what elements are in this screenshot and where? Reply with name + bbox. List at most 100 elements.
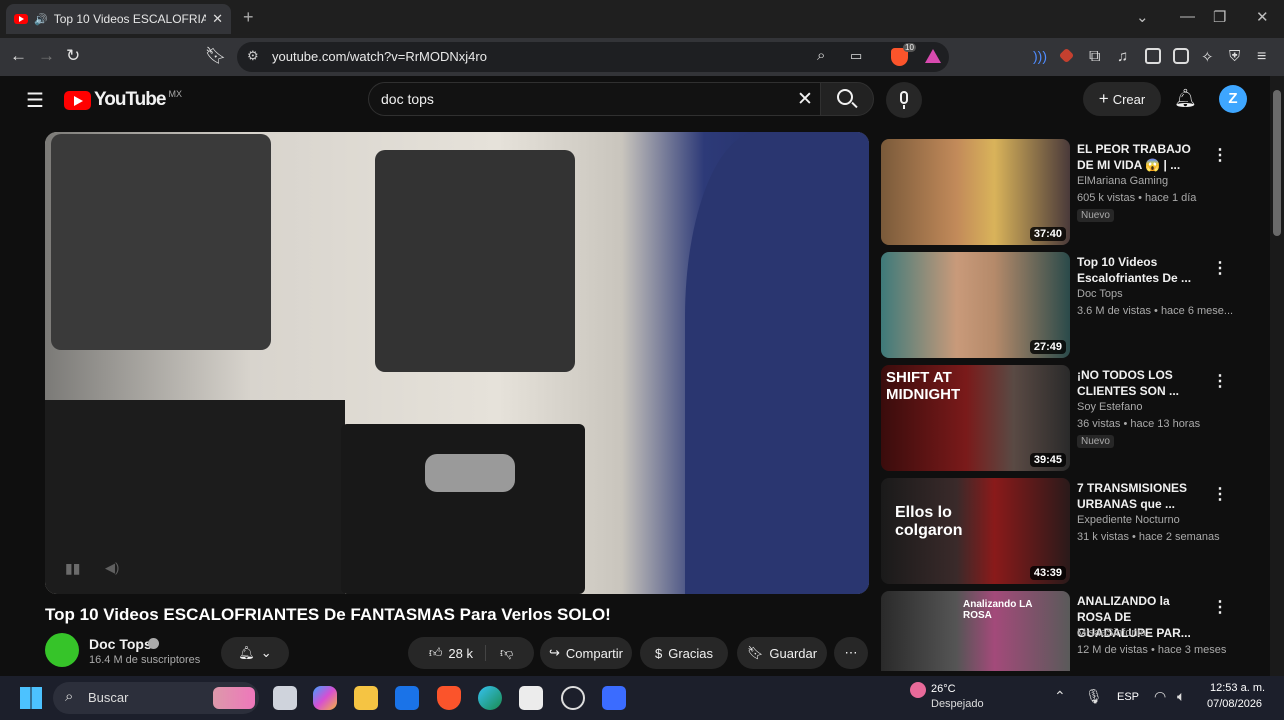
recommended-video[interactable]: Analizando LA ROSA ANALIZANDO la ROSA DE… bbox=[881, 591, 1261, 671]
create-button[interactable]: + Crear bbox=[1083, 82, 1161, 116]
recommended-title[interactable]: ¡NO TODOS LOS CLIENTES SON ... bbox=[1077, 367, 1205, 399]
dislike-button[interactable]: 👎︎ bbox=[492, 645, 513, 661]
channel-avatar[interactable] bbox=[45, 633, 79, 667]
url-text[interactable]: youtube.com/watch?v=RrMODNxj4ro bbox=[272, 49, 487, 64]
clock-time[interactable]: 12:53 a. m. bbox=[1210, 682, 1265, 694]
recommended-title[interactable]: 7 TRANSMISIONES URBANAS que ... bbox=[1077, 480, 1205, 512]
subscription-bell-button[interactable]: 🔔︎ ⌄ bbox=[221, 637, 289, 669]
extensions-icon[interactable]: ⧉ bbox=[1089, 48, 1105, 65]
temperature[interactable]: 26°C bbox=[931, 683, 956, 695]
restore-icon[interactable]: ❐ bbox=[1213, 8, 1226, 26]
task-view-icon[interactable] bbox=[273, 686, 297, 710]
video-thumbnail[interactable]: Ellos lo colgaron 43:39 bbox=[881, 478, 1070, 584]
weather-condition[interactable]: Despejado bbox=[931, 698, 984, 710]
search-button[interactable] bbox=[820, 82, 874, 116]
recommended-meta: 36 vistas • hace 13 horas bbox=[1077, 418, 1201, 430]
more-actions-button[interactable]: ⋯ bbox=[834, 637, 868, 669]
recommended-channel[interactable]: Soy Estefano bbox=[1077, 401, 1142, 413]
video-thumbnail[interactable]: 27:49 bbox=[881, 252, 1070, 358]
tab-list-icon[interactable]: ⌄ bbox=[1136, 8, 1149, 26]
recommended-video[interactable]: Ellos lo colgaron 43:39 7 TRANSMISIONES … bbox=[881, 478, 1261, 586]
recommended-channel[interactable]: MisaaSinfonia bbox=[1077, 627, 1146, 639]
music-icon[interactable]: ♫ bbox=[1117, 48, 1133, 65]
address-bar[interactable]: ⚙ youtube.com/watch?v=RrMODNxj4ro ⌕ ▭ 10 bbox=[237, 42, 949, 72]
recommended-title[interactable]: EL PEOR TRABAJO DE MI VIDA 😱 | ... bbox=[1077, 141, 1205, 173]
new-tab-button[interactable]: + bbox=[243, 7, 254, 28]
chevron-up-icon[interactable]: ⌃ bbox=[1054, 688, 1066, 705]
more-vertical-icon[interactable]: ⋮ bbox=[1212, 371, 1228, 391]
minimize-icon[interactable]: — bbox=[1180, 8, 1195, 25]
zoom-icon[interactable]: ⌕ bbox=[817, 47, 825, 64]
back-icon[interactable]: ← bbox=[10, 46, 27, 66]
close-window-icon[interactable]: ✕ bbox=[1256, 8, 1269, 26]
sidebar-icon[interactable] bbox=[1145, 48, 1161, 64]
account-avatar[interactable]: Z bbox=[1219, 85, 1247, 113]
more-vertical-icon[interactable]: ⋮ bbox=[1212, 484, 1228, 504]
forward-icon[interactable]: → bbox=[38, 46, 55, 66]
page-scrollbar[interactable] bbox=[1270, 76, 1284, 676]
channel-name[interactable]: Doc Tops bbox=[89, 636, 152, 652]
video-thumbnail[interactable]: Analizando LA ROSA bbox=[881, 591, 1070, 671]
windows-start-icon[interactable] bbox=[20, 687, 42, 709]
app-icon[interactable] bbox=[602, 686, 626, 710]
chatgpt-icon[interactable] bbox=[561, 686, 585, 710]
video-player[interactable]: ▮▮ ◀) bbox=[45, 132, 869, 594]
search-box[interactable]: doc tops ✕ bbox=[368, 82, 820, 116]
menu-icon[interactable]: ≡ bbox=[1257, 48, 1273, 65]
voice-search-button[interactable] bbox=[886, 82, 922, 118]
video-thumbnail[interactable]: 37:40 bbox=[881, 139, 1070, 245]
guide-menu-icon[interactable]: ☰ bbox=[26, 88, 44, 113]
recommended-video[interactable]: 37:40 EL PEOR TRABAJO DE MI VIDA 😱 | ...… bbox=[881, 139, 1261, 247]
taskbar-search[interactable]: ⌕ Buscar bbox=[53, 682, 259, 714]
video-window-right bbox=[375, 150, 575, 372]
translate-extension-icon[interactable]: ))) bbox=[1033, 48, 1049, 64]
clock-date[interactable]: 07/08/2026 bbox=[1207, 698, 1262, 710]
reload-icon[interactable]: ↻ bbox=[66, 46, 80, 66]
file-explorer-icon[interactable] bbox=[354, 686, 378, 710]
video-thumbnail[interactable]: SHIFT AT MIDNIGHT 39:45 bbox=[881, 365, 1070, 471]
like-button[interactable]: 👍︎ 28 k bbox=[429, 645, 486, 661]
recommended-channel[interactable]: Doc Tops bbox=[1077, 288, 1123, 300]
play-icon[interactable]: ▮▮ bbox=[65, 560, 80, 577]
leo-ai-icon[interactable]: ✧ bbox=[1201, 48, 1217, 66]
notifications-bell-icon[interactable]: 🔔︎ bbox=[1174, 88, 1197, 109]
outlook-icon[interactable] bbox=[395, 686, 419, 710]
recommended-video[interactable]: SHIFT AT MIDNIGHT 39:45 ¡NO TODOS LOS CL… bbox=[881, 365, 1261, 473]
save-button[interactable]: 🔖︎ Guardar bbox=[737, 637, 827, 669]
speaker-icon[interactable]: 🔊 bbox=[34, 13, 48, 26]
microphone-icon[interactable]: 🎙︎ bbox=[1085, 688, 1103, 705]
browser-toolbar: ← → ↻ 🔖︎ ⚙ youtube.com/watch?v=RrMODNxj4… bbox=[0, 38, 1284, 76]
youtube-logo[interactable]: YouTube MX bbox=[64, 89, 182, 111]
more-vertical-icon[interactable]: ⋮ bbox=[1212, 597, 1228, 617]
vpn-extension-icon[interactable] bbox=[1058, 47, 1075, 64]
recommended-channel[interactable]: Expediente Nocturno bbox=[1077, 514, 1180, 526]
search-input[interactable]: doc tops bbox=[381, 91, 434, 107]
bookmark-icon[interactable]: 🔖︎ bbox=[205, 46, 227, 66]
recommended-video[interactable]: 27:49 Top 10 Videos Escalofriantes De ..… bbox=[881, 252, 1261, 360]
clear-search-icon[interactable]: ✕ bbox=[797, 88, 813, 111]
browser-tab-active[interactable]: 🔊 Top 10 Videos ESCALOFRIANTES ✕ bbox=[6, 4, 231, 34]
store-icon[interactable] bbox=[519, 686, 543, 710]
vpn-shield-icon[interactable]: ⛨ bbox=[1229, 48, 1245, 65]
more-vertical-icon[interactable]: ⋮ bbox=[1212, 258, 1228, 278]
edge-icon[interactable] bbox=[478, 686, 502, 710]
more-vertical-icon[interactable]: ⋮ bbox=[1212, 145, 1228, 165]
copilot-icon[interactable] bbox=[313, 686, 337, 710]
scrollbar-thumb[interactable] bbox=[1273, 90, 1281, 236]
input-language[interactable]: ESP bbox=[1117, 691, 1139, 703]
wallet-icon[interactable] bbox=[1173, 48, 1189, 64]
thanks-button[interactable]: $ Gracias bbox=[640, 637, 728, 669]
video-window-left bbox=[51, 134, 271, 350]
share-button[interactable]: ↪ Compartir bbox=[540, 637, 632, 669]
brave-browser-icon[interactable] bbox=[437, 686, 461, 710]
weather-icon[interactable] bbox=[910, 682, 926, 698]
volume-icon[interactable]: ◀) bbox=[105, 560, 119, 576]
brave-rewards-icon[interactable] bbox=[925, 49, 941, 63]
cast-icon[interactable]: ▭ bbox=[850, 48, 862, 64]
site-info-icon[interactable]: ⚙ bbox=[247, 48, 259, 64]
recommended-channel[interactable]: ElMariana Gaming bbox=[1077, 175, 1168, 187]
tab-close-icon[interactable]: ✕ bbox=[212, 11, 223, 27]
recommended-title[interactable]: Top 10 Videos Escalofriantes De ... bbox=[1077, 254, 1205, 286]
volume-icon[interactable]: 🔈︎ bbox=[1177, 688, 1185, 705]
wifi-icon[interactable]: ◠ bbox=[1154, 688, 1166, 705]
